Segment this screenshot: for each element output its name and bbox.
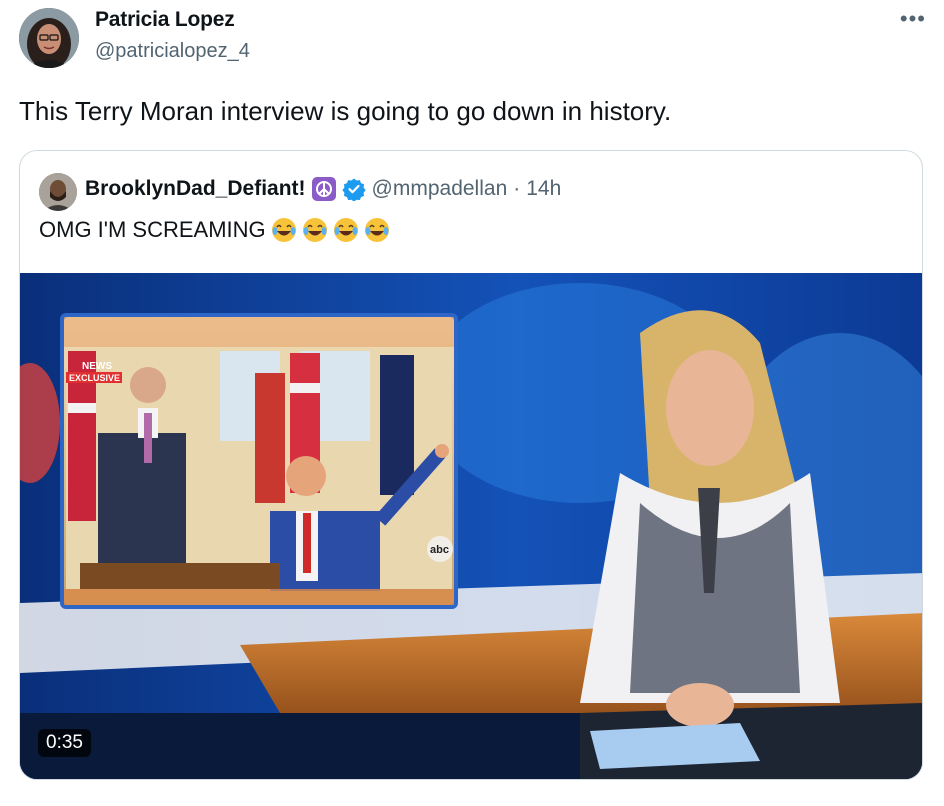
quoted-tweet-card[interactable]: BrooklynDad_Defiant! @mmpadellan · 14h O… — [19, 150, 923, 780]
quoted-author-avatar[interactable] — [39, 173, 77, 211]
quoted-timestamp[interactable]: 14h — [526, 177, 561, 201]
more-icon[interactable]: ••• — [900, 6, 926, 32]
abc-logo: abc — [430, 544, 449, 556]
video-player[interactable]: NEWS EXCLUSIVE abc 0:35 — [20, 273, 922, 779]
quoted-author-name[interactable]: BrooklynDad_Defiant! — [85, 177, 306, 201]
peace-sign-icon — [311, 177, 336, 201]
joy-emoji-icon — [271, 217, 297, 243]
exclusive-badge: EXCLUSIVE — [69, 373, 120, 383]
quoted-text: OMG I'M SCREAMING — [39, 217, 390, 243]
separator-dot: · — [513, 177, 521, 200]
joy-emoji-icon — [333, 217, 359, 243]
tweet-text: This Terry Moran interview is going to g… — [19, 96, 672, 126]
author-avatar[interactable] — [19, 8, 79, 68]
joy-emoji-icon — [364, 217, 390, 243]
quoted-header: BrooklynDad_Defiant! @mmpadellan · 14h — [85, 177, 561, 202]
joy-emoji-icon — [302, 217, 328, 243]
abc-news-badge: NEWS — [82, 361, 112, 372]
verified-badge-icon[interactable] — [341, 177, 366, 202]
video-duration: 0:35 — [38, 729, 91, 757]
author-name[interactable]: Patricia Lopez — [95, 8, 235, 32]
quoted-text-body: OMG I'M SCREAMING — [39, 217, 266, 242]
quoted-author-handle[interactable]: @mmpadellan — [372, 177, 508, 201]
video-frame: NEWS EXCLUSIVE abc — [20, 273, 922, 779]
author-handle[interactable]: @patricialopez_4 — [95, 40, 250, 63]
